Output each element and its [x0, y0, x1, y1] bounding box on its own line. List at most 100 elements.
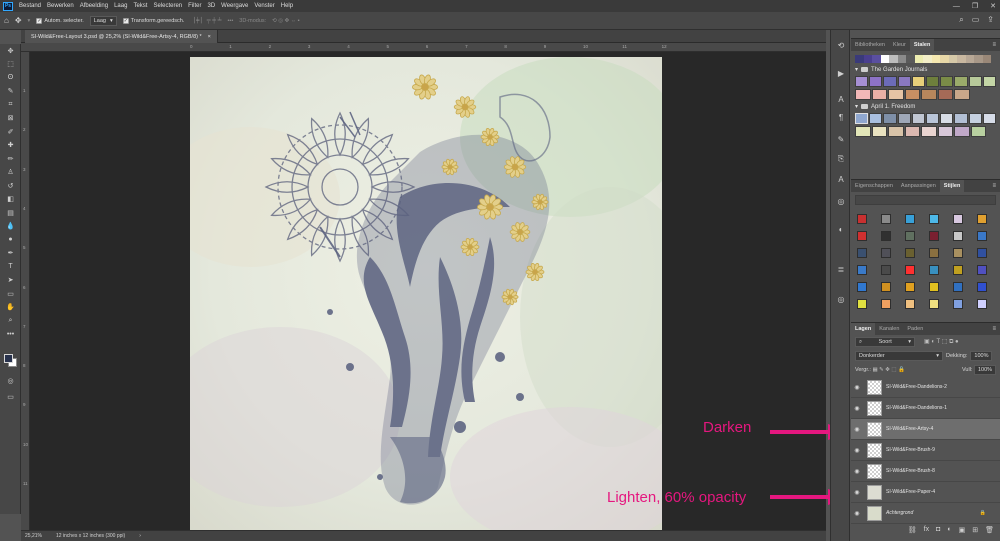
mask-icon[interactable]: ◘ — [936, 526, 940, 534]
chevron-down-icon[interactable]: ▾ — [855, 66, 858, 73]
close-icon[interactable]: × — [208, 34, 211, 40]
style-swatch[interactable] — [905, 299, 915, 309]
path-select-tool-icon[interactable]: ➤ — [0, 274, 21, 288]
style-swatch[interactable] — [881, 231, 891, 241]
swatch[interactable] — [914, 55, 923, 63]
layer-row[interactable]: ◉ SI-Wild&Free-Dandelions-1 — [851, 398, 1000, 419]
home-icon[interactable]: ⌂ — [4, 16, 9, 25]
swatch[interactable] — [982, 113, 997, 124]
eye-icon[interactable]: ◉ — [851, 510, 863, 517]
menu-bewerken[interactable]: Bewerken — [44, 3, 77, 9]
vertical-ruler[interactable]: 1 2 3 4 5 6 7 8 9 10 11 — [21, 52, 30, 530]
horizontal-ruler[interactable]: 0 1 2 3 4 5 6 7 8 9 10 11 12 — [21, 43, 826, 52]
clone-source-icon[interactable]: ⎘ — [831, 150, 851, 168]
style-swatch[interactable] — [857, 299, 867, 309]
eye-icon[interactable]: ◉ — [851, 384, 863, 391]
style-swatch[interactable] — [953, 282, 963, 292]
move-tool-icon[interactable]: ✥ — [15, 16, 22, 25]
swatch[interactable] — [911, 113, 926, 124]
brush-tool-icon[interactable]: ✏ — [0, 152, 21, 166]
swatch[interactable] — [968, 113, 982, 124]
swatch[interactable] — [897, 76, 911, 87]
style-swatch[interactable] — [953, 265, 963, 275]
style-swatch[interactable] — [905, 231, 915, 241]
layer-name[interactable]: SI-Wild&Free-Artsy-4 — [886, 426, 933, 432]
swatch[interactable] — [940, 113, 954, 124]
swatch[interactable] — [937, 89, 953, 100]
swatch[interactable] — [926, 76, 940, 87]
style-swatch[interactable] — [857, 282, 867, 292]
style-swatch[interactable] — [881, 265, 891, 275]
tab-libraries[interactable]: Bibliotheken — [851, 39, 889, 51]
menu-bestand[interactable]: Bestand — [16, 3, 44, 9]
lock-icons[interactable]: ▦ ✎ ✥ ⬚ 🔒 — [872, 367, 905, 373]
workspace-icon[interactable]: ▭ — [972, 15, 980, 25]
style-swatch[interactable] — [857, 231, 867, 241]
new-layer-icon[interactable]: ⊞ — [972, 526, 978, 534]
eye-icon[interactable]: ◉ — [851, 468, 863, 475]
search-icon[interactable]: ⌕ — [959, 15, 963, 25]
swatch[interactable] — [974, 55, 983, 63]
layer-name[interactable]: Achtergrond — [886, 510, 913, 516]
layer-row[interactable]: ◉ Achtergrond 🔒 — [851, 503, 1000, 524]
swatch[interactable] — [880, 55, 889, 63]
adjustment-layer-icon[interactable]: ◐ — [947, 526, 951, 534]
tab-channels[interactable]: Kanalen — [875, 323, 903, 335]
swatch[interactable] — [883, 113, 897, 124]
swatch[interactable] — [940, 55, 949, 63]
style-swatch[interactable] — [905, 265, 915, 275]
swatch[interactable] — [904, 89, 920, 100]
zoom-tool-icon[interactable]: ⌕ — [0, 314, 21, 328]
tab-swatches[interactable]: Stalen — [909, 39, 935, 51]
menu-selecteren[interactable]: Selecteren — [150, 3, 185, 9]
crop-tool-icon[interactable]: ⌗ — [0, 98, 21, 112]
menu-weergave[interactable]: Weergave — [218, 3, 251, 9]
actions-icon[interactable]: ▶ — [831, 64, 851, 82]
eye-icon[interactable]: ◉ — [851, 405, 863, 412]
style-swatch[interactable] — [857, 265, 867, 275]
swatch[interactable] — [906, 55, 915, 63]
style-swatch[interactable] — [881, 214, 891, 224]
style-swatch[interactable] — [953, 299, 963, 309]
quick-select-tool-icon[interactable]: ✎ — [0, 85, 21, 99]
styles-search-input[interactable] — [855, 195, 996, 205]
marquee-tool-icon[interactable]: ⬚ — [0, 58, 21, 72]
layer-name[interactable]: SI-Wild&Free-Brush-8 — [886, 468, 935, 474]
swatch[interactable] — [921, 89, 937, 100]
style-swatch[interactable] — [905, 214, 915, 224]
tab-properties[interactable]: Eigenschappen — [851, 180, 897, 192]
history-brush-tool-icon[interactable]: ↺ — [0, 179, 21, 193]
maximize-icon[interactable]: ❐ — [972, 2, 978, 10]
eraser-tool-icon[interactable]: ◧ — [0, 193, 21, 207]
gradient-tool-icon[interactable]: ▤ — [0, 206, 21, 220]
swatch[interactable] — [855, 55, 864, 63]
trash-icon[interactable]: 🗑 — [985, 526, 994, 534]
transform-controls-checkbox[interactable]: ✓ Transform.gereedsch. — [122, 17, 184, 24]
style-swatch[interactable] — [881, 282, 891, 292]
minimize-icon[interactable]: — — [953, 3, 960, 10]
swatch[interactable] — [921, 126, 937, 137]
lock-icon[interactable]: 🔒 — [980, 510, 986, 516]
style-swatch[interactable] — [977, 299, 987, 309]
3d-tools-icons[interactable]: ⟲ ◎ ✥ ⇔ ▪ — [272, 18, 300, 24]
swatch[interactable] — [926, 113, 940, 124]
style-swatch[interactable] — [977, 248, 987, 258]
stamp-tool-icon[interactable]: ♙ — [0, 166, 21, 180]
hand-tool-icon[interactable]: ✋ — [0, 301, 21, 315]
libraries-icon[interactable]: ◎ — [831, 192, 851, 210]
swatch[interactable] — [897, 113, 911, 124]
layer-name[interactable]: SI-Wild&Free-Dandelions-1 — [886, 405, 947, 411]
style-swatch[interactable] — [929, 214, 939, 224]
eye-icon[interactable]: ◉ — [851, 447, 863, 454]
style-swatch[interactable] — [953, 231, 963, 241]
glyphs-icon[interactable]: A — [831, 170, 851, 188]
document-tab[interactable]: SI-Wild&Free-Layout 3.psd @ 25,2% (SI-Wi… — [25, 30, 218, 43]
paragraph-icon[interactable]: ¶ — [831, 108, 851, 126]
photoshop-logo-icon[interactable]: Ps — [3, 1, 13, 11]
swatch[interactable] — [948, 55, 957, 63]
swatch[interactable] — [855, 89, 871, 100]
swatch[interactable] — [888, 126, 904, 137]
swatch[interactable] — [871, 89, 887, 100]
link-layers-icon[interactable]: ⛓ — [908, 526, 917, 534]
screen-mode-icon[interactable]: ▭ — [0, 390, 21, 404]
